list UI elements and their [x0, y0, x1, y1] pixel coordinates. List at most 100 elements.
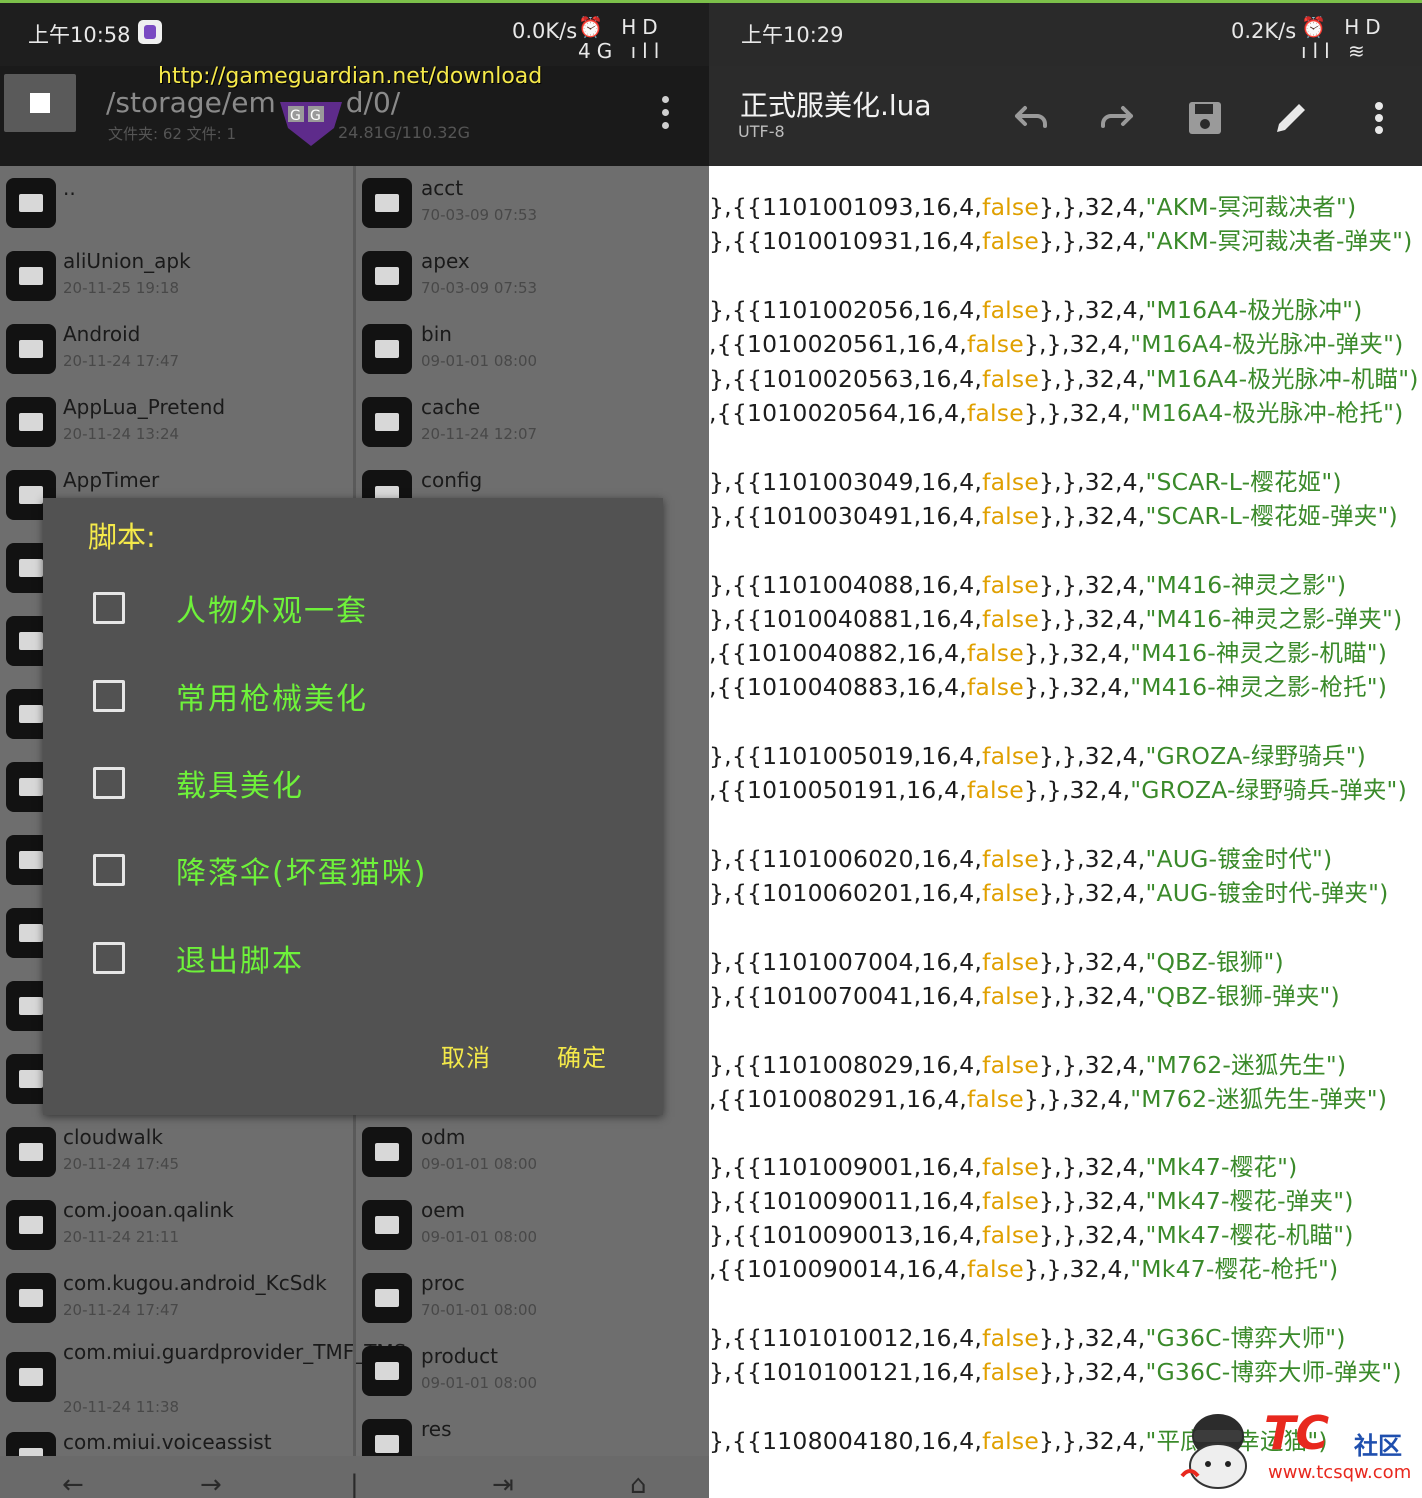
file-row[interactable]: aliUnion_apk 20-11-25 19:18: [0, 239, 353, 312]
file-row[interactable]: AppLua_Pretend 20-11-24 13:24: [0, 385, 353, 458]
option-label: 常用枪械美化: [176, 682, 368, 717]
code-token-pre: },{{1010090011,16,4,: [709, 1187, 983, 1215]
redo-icon[interactable]: [1095, 96, 1139, 140]
site-url: www.tcsqw.com: [1268, 1462, 1412, 1483]
file-name: bin: [421, 322, 452, 346]
nav-forward-icon[interactable]: →: [200, 1470, 222, 1498]
status-icons: ⏰ HD 4G ıll: [578, 15, 666, 63]
file-name: com.miui.voiceassist: [63, 1430, 272, 1454]
undo-icon[interactable]: [1009, 96, 1053, 140]
code-line: },{{1101003049,16,4,false},},32,4,"SCAR-…: [709, 463, 1422, 497]
script-option[interactable]: 降落伞(坏蛋猫咪): [43, 834, 663, 904]
code-line: ,{{1010090014,16,4,false},},32,4,"Mk47-樱…: [709, 1250, 1422, 1284]
file-date: 09-01-01 08:00: [421, 352, 538, 370]
file-row[interactable]: proc 70-01-01 08:00: [356, 1261, 709, 1334]
option-checkbox[interactable]: [93, 767, 125, 799]
code-token-str: "M762-迷狐先生-弹夹"): [1130, 1085, 1388, 1113]
file-row[interactable]: com.jooan.qalink 20-11-24 21:11: [0, 1188, 353, 1261]
code-token-pre: ,{{1010020564,16,4,: [709, 399, 967, 427]
option-checkbox[interactable]: [93, 942, 125, 974]
file-date: 70-03-09 07:53: [421, 279, 538, 297]
file-row[interactable]: apex 70-03-09 07:53: [356, 239, 709, 312]
file-row[interactable]: Android 20-11-24 17:47: [0, 312, 353, 385]
edit-pencil-icon[interactable]: [1269, 96, 1313, 140]
code-token-kw: false: [982, 1187, 1040, 1215]
script-option[interactable]: 人物外观一套: [43, 572, 663, 642]
code-line: },{{1010090011,16,4,false},},32,4,"Mk47-…: [709, 1182, 1422, 1216]
cancel-button[interactable]: 取消: [441, 1038, 491, 1073]
file-row[interactable]: cache 20-11-24 12:07: [356, 385, 709, 458]
file-row[interactable]: cloudwalk 20-11-24 17:45: [0, 1115, 353, 1188]
script-option[interactable]: 退出脚本: [43, 922, 663, 992]
file-row[interactable]: odm 09-01-01 08:00: [356, 1115, 709, 1188]
code-token-post: },},32,4,: [1023, 399, 1131, 427]
code-line: },{{1010060201,16,4,false},},32,4,"AUG-镀…: [709, 874, 1422, 908]
code-token-str: "M416-神灵之影-机瞄"): [1130, 639, 1388, 667]
script-option[interactable]: 载具美化: [43, 747, 663, 817]
nav-back-icon[interactable]: ←: [62, 1470, 84, 1498]
option-checkbox[interactable]: [93, 680, 125, 712]
file-date: 09-01-01 08:00: [421, 1228, 538, 1246]
code-token-pre: ,{{1010040882,16,4,: [709, 639, 967, 667]
code-line: ,{{1010050191,16,4,false},},32,4,"GROZA-…: [709, 771, 1422, 805]
code-token-post: },},32,4,: [1023, 1255, 1131, 1283]
status-time: 上午10:29: [741, 23, 844, 47]
folder-icon: [362, 1127, 412, 1177]
file-row[interactable]: bin 09-01-01 08:00: [356, 312, 709, 385]
folder-file-count: 文件夹: 62 文件: 1: [108, 125, 237, 143]
code-token-str: "QBZ-银狮"): [1145, 948, 1284, 976]
option-checkbox[interactable]: [93, 592, 125, 624]
overflow-menu-icon[interactable]: [1357, 96, 1401, 140]
nav-jump-icon[interactable]: ⇥: [492, 1470, 514, 1498]
code-line: },{{1010020563,16,4,false},},32,4,"M16A4…: [709, 360, 1422, 394]
code-token-pre: ,{{1010080291,16,4,: [709, 1085, 967, 1113]
code-token-kw: false: [966, 1085, 1024, 1113]
code-token-str: "M16A4-极光脉冲"): [1145, 296, 1363, 324]
file-row[interactable]: acct 70-03-09 07:53: [356, 166, 709, 239]
code-line: },{{1010090013,16,4,false},},32,4,"Mk47-…: [709, 1216, 1422, 1250]
ok-button[interactable]: 确定: [557, 1038, 607, 1073]
code-token-kw: false: [966, 1255, 1024, 1283]
file-row[interactable]: ..: [0, 166, 353, 239]
path-head: /storage/em: [106, 86, 276, 119]
code-line: ,{{1010020564,16,4,false},},32,4,"M16A4-…: [709, 394, 1422, 428]
code-token-str: "AUG-镀金时代"): [1145, 845, 1333, 873]
save-icon[interactable]: [1183, 96, 1227, 140]
file-name: config: [421, 468, 483, 492]
file-date: 20-11-24 21:11: [63, 1228, 180, 1246]
code-token-pre: },{{1101008029,16,4,: [709, 1051, 983, 1079]
code-token-kw: false: [966, 399, 1024, 427]
folder-icon: [6, 251, 56, 301]
code-token-kw: false: [982, 502, 1040, 530]
code-token-post: },},32,4,: [1039, 365, 1146, 393]
file-row[interactable]: com.miui.guardprovider_TMF_TMS 20-11-24 1…: [0, 1334, 406, 1420]
code-token-str: "M762-迷狐先生"): [1145, 1051, 1347, 1079]
stop-icon: [30, 93, 50, 113]
option-checkbox[interactable]: [93, 854, 125, 886]
code-line: },{{1010040881,16,4,false},},32,4,"M416-…: [709, 600, 1422, 634]
file-row[interactable]: com.kugou.android_KcSdk 20-11-24 17:47: [0, 1261, 353, 1334]
code-token-pre: },{{1010090013,16,4,: [709, 1221, 983, 1249]
code-line: ,{{1010080291,16,4,false},},32,4,"M762-迷…: [709, 1080, 1422, 1114]
overflow-menu-icon[interactable]: [662, 96, 670, 132]
code-token-str: "M416-神灵之影"): [1145, 571, 1347, 599]
folder-icon: [362, 178, 412, 228]
stop-button[interactable]: [4, 74, 76, 132]
code-token-str: "QBZ-银狮-弹夹"): [1145, 982, 1340, 1010]
code-token-pre: },{{1101007004,16,4,: [709, 948, 983, 976]
code-token-post: },},32,4,: [1039, 1153, 1146, 1181]
file-row[interactable]: product 09-01-01 08:00: [356, 1334, 709, 1407]
code-token-kw: false: [982, 468, 1040, 496]
file-name: AppLua_Pretend: [63, 395, 226, 419]
code-token-pre: },{{1010100121,16,4,: [709, 1358, 983, 1386]
code-line: ,{{1010040883,16,4,false},},32,4,"M416-神…: [709, 668, 1422, 702]
folder-icon: [6, 178, 56, 228]
code-token-pre: },{{1010010931,16,4,: [709, 227, 983, 255]
file-row[interactable]: oem 09-01-01 08:00: [356, 1188, 709, 1261]
script-option[interactable]: 常用枪械美化: [43, 660, 663, 730]
code-token-pre: ,{{1010050191,16,4,: [709, 776, 967, 804]
nav-home-icon[interactable]: ⌂: [630, 1470, 647, 1498]
file-date: 20-11-24 17:45: [63, 1155, 180, 1173]
folder-icon: [6, 1352, 56, 1402]
code-token-kw: false: [982, 296, 1040, 324]
